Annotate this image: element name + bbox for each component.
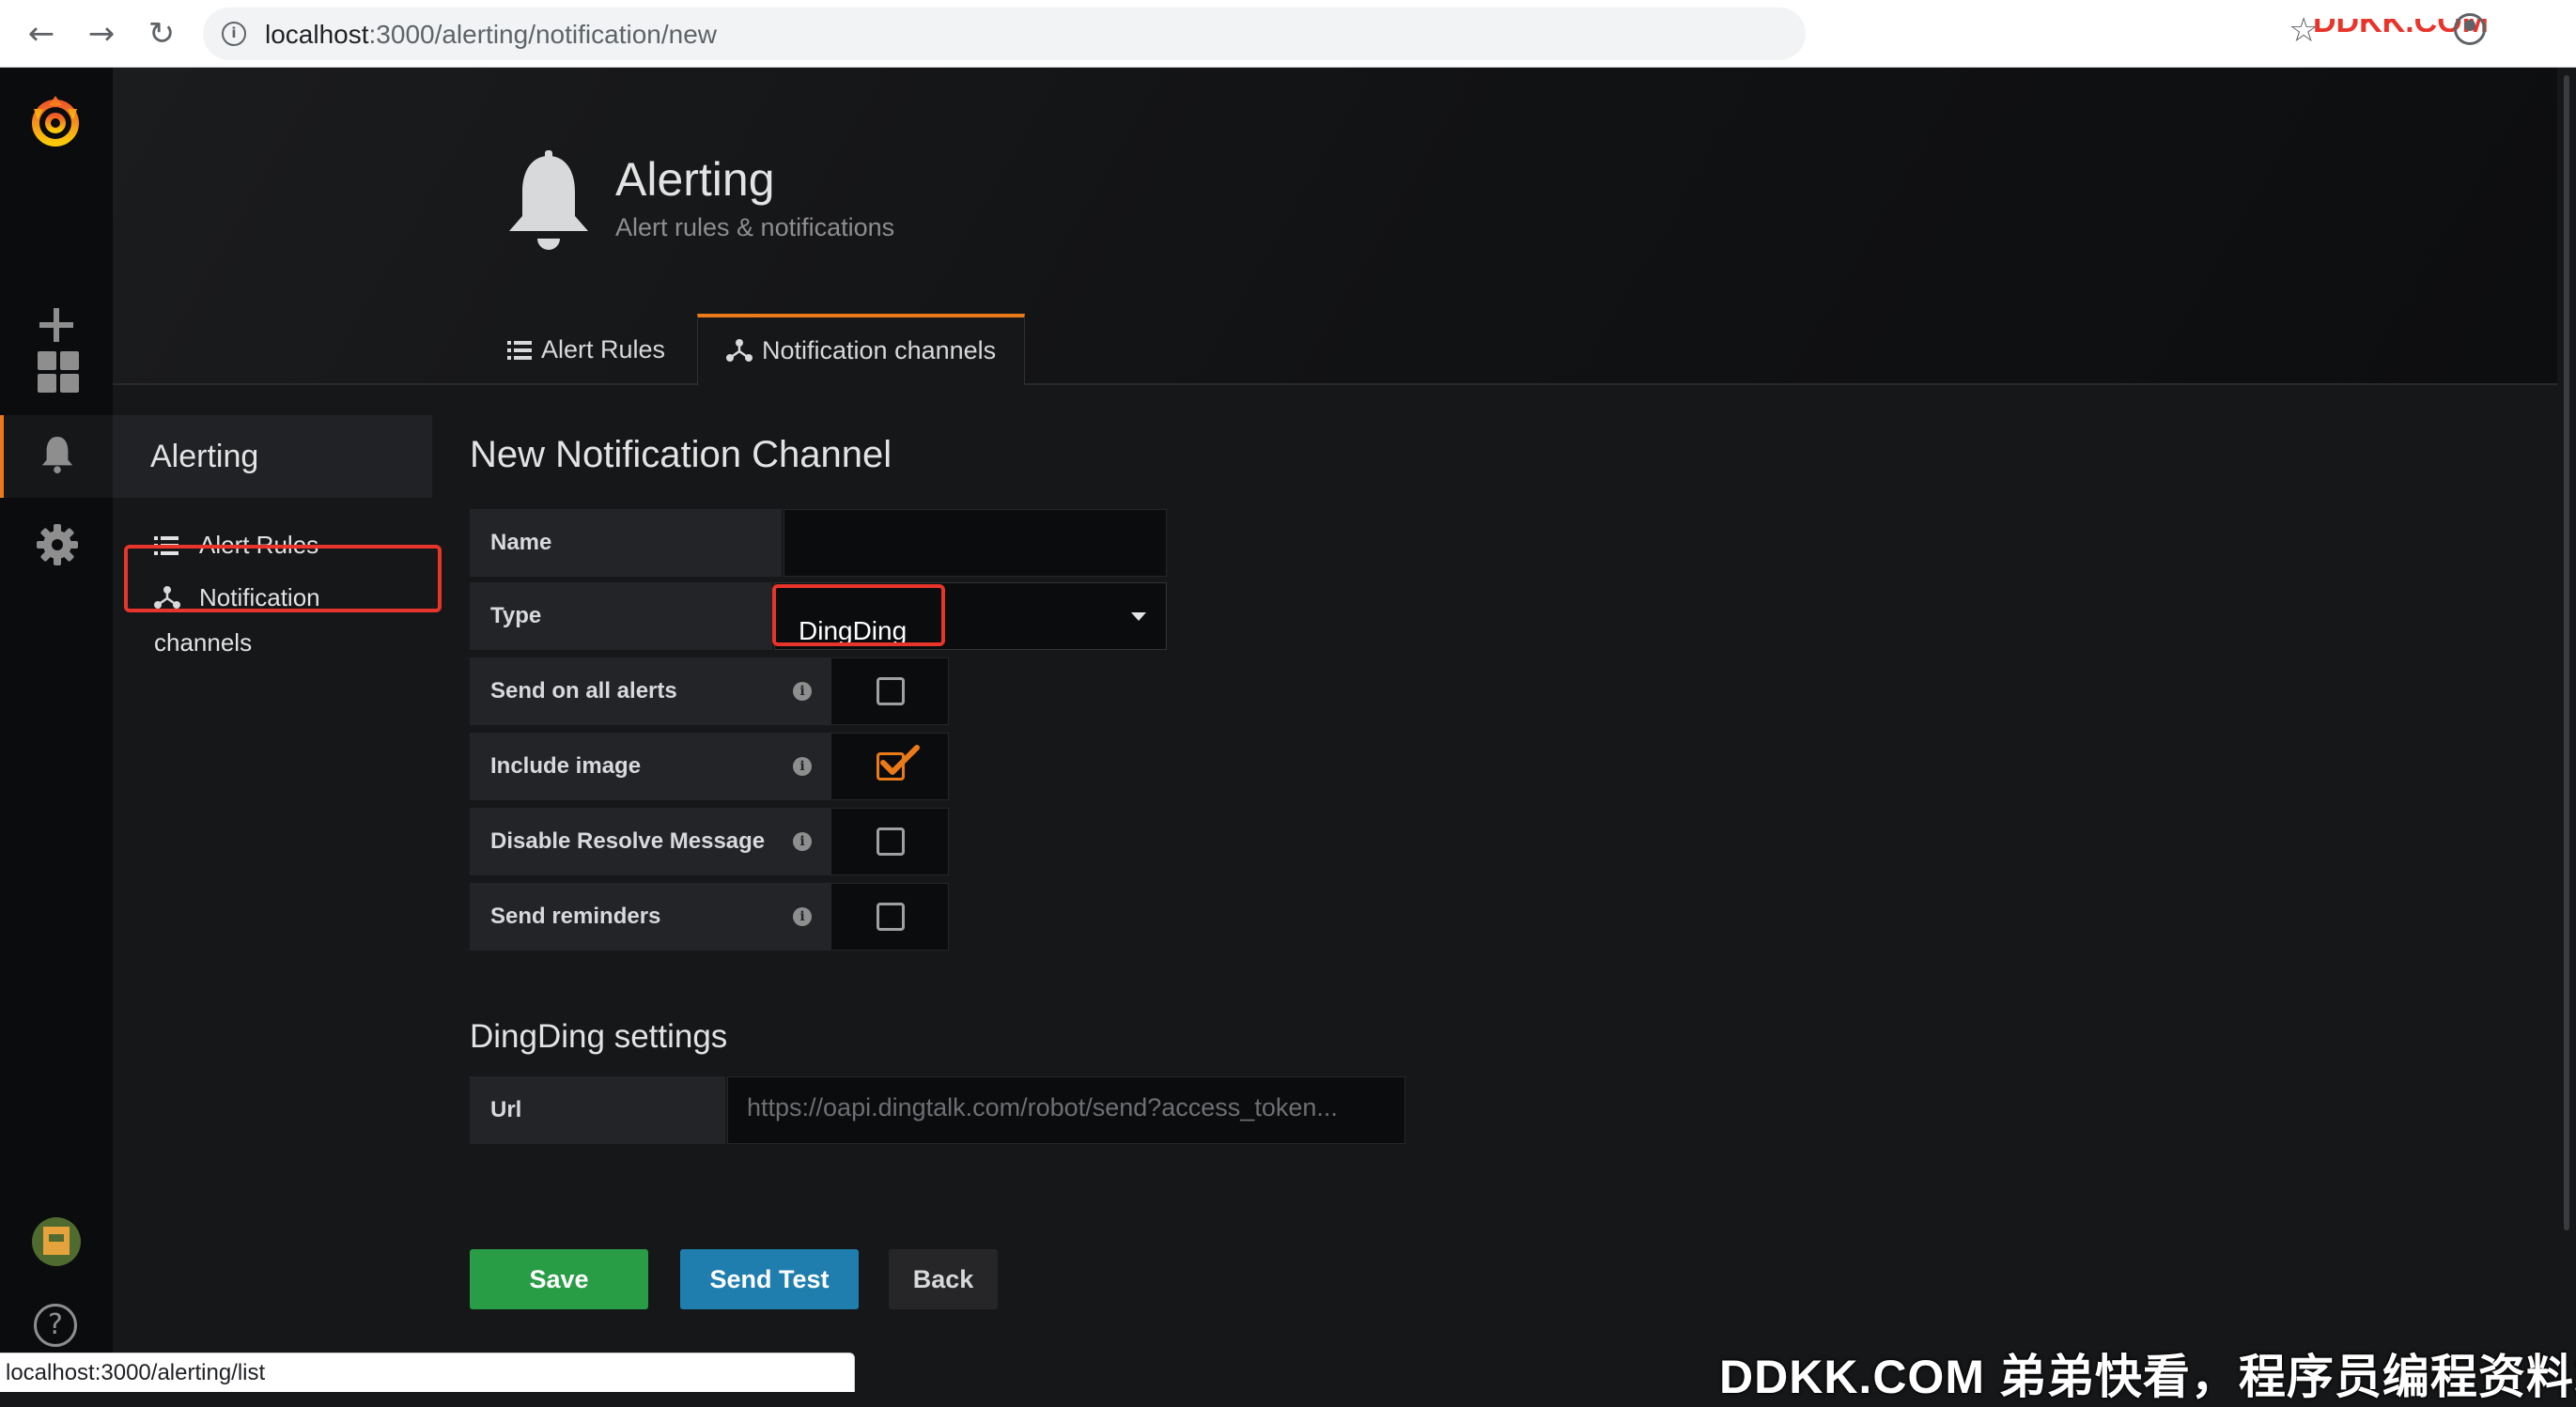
checkbox-box[interactable]	[877, 903, 905, 931]
network-icon	[726, 339, 753, 362]
option-label-text: Disable Resolve Message	[490, 828, 766, 854]
url-label: Url	[470, 1076, 725, 1144]
form-title: New Notification Channel	[470, 434, 892, 475]
option-label-text: Send reminders	[490, 904, 661, 929]
list-icon	[507, 341, 532, 360]
name-label: Name	[470, 509, 782, 577]
alerting-bell-icon[interactable]	[0, 415, 113, 498]
url-host: localhost	[265, 20, 369, 49]
tab-label: Alert Rules	[541, 335, 666, 363]
disable-resolve-message-checkbox[interactable]	[830, 808, 949, 875]
type-label: Type	[470, 582, 772, 650]
forward-arrow-icon[interactable]: →	[81, 13, 122, 54]
checkmark-icon	[880, 745, 920, 775]
tab-label: Notification channels	[762, 336, 997, 364]
save-button[interactable]: Save	[470, 1249, 648, 1309]
link-status-bar: localhost:3000/alerting/list	[0, 1353, 855, 1392]
browser-toolbar: ← → ↻ i localhost:3000/alerting/notifica…	[0, 0, 2576, 68]
header-bell-icon	[509, 150, 588, 250]
info-icon[interactable]: i	[793, 682, 812, 701]
back-arrow-icon[interactable]: ←	[21, 13, 62, 54]
checkbox-box[interactable]	[877, 827, 905, 856]
profile-icon[interactable]	[2454, 13, 2486, 45]
option-label-text: Include image	[490, 753, 642, 779]
tab-notification-channels[interactable]: Notification channels	[697, 314, 1026, 385]
option-label: Send reminders i	[470, 883, 830, 951]
help-icon[interactable]: ?	[34, 1304, 77, 1347]
url-input-placeholder: https://oapi.dingtalk.com/robot/send?acc…	[747, 1093, 1338, 1121]
page-header: Alerting Alert rules & notifications Ale…	[113, 68, 2557, 385]
subnav-title: Alerting	[113, 415, 432, 498]
watermark: DDKK.COM 弟弟快看，程序员编程资料站	[1719, 1351, 2576, 1403]
page-title: Alerting	[615, 153, 775, 206]
dashboards-icon[interactable]	[0, 332, 113, 408]
site-info-icon[interactable]: i	[222, 22, 246, 46]
info-icon[interactable]: i	[793, 757, 812, 776]
highlight-annotation	[124, 545, 442, 612]
page-subtitle: Alert rules & notifications	[615, 213, 895, 241]
url-path: :3000/alerting/notification/new	[368, 20, 717, 49]
address-bar[interactable]: i localhost:3000/alerting/notification/n…	[203, 8, 1806, 60]
info-icon[interactable]: i	[793, 832, 812, 851]
send-test-button[interactable]: Send Test	[680, 1249, 859, 1309]
checkbox-box[interactable]	[877, 677, 905, 705]
address-url[interactable]: localhost:3000/alerting/notification/new	[265, 20, 717, 50]
include-image-checkbox[interactable]	[830, 733, 949, 800]
checkbox-box[interactable]	[877, 745, 920, 781]
option-label: Disable Resolve Message i	[470, 808, 830, 875]
send-on-all-alerts-checkbox[interactable]	[830, 657, 949, 725]
alerting-subnav: Alerting Alert Rules Notification channe…	[113, 415, 432, 657]
user-avatar-icon[interactable]	[32, 1217, 81, 1266]
info-icon[interactable]: i	[793, 907, 812, 926]
option-label: Include image i	[470, 733, 830, 800]
tab-alert-rules[interactable]: Alert Rules	[479, 314, 693, 385]
scrollbar-thumb[interactable]	[2564, 75, 2569, 1230]
grafana-logo-icon[interactable]	[28, 94, 83, 148]
caret-down-icon[interactable]	[1131, 612, 1146, 621]
send-reminders-checkbox[interactable]	[830, 883, 949, 951]
settings-title: DingDing settings	[470, 1018, 728, 1055]
side-menu: ?	[0, 68, 113, 1392]
option-label: Send on all alerts i	[470, 657, 830, 725]
configuration-gear-icon[interactable]	[0, 507, 113, 582]
highlight-annotation	[772, 584, 945, 646]
name-input[interactable]	[784, 509, 1167, 577]
back-button[interactable]: Back	[889, 1249, 998, 1309]
page-scrollbar[interactable]	[2557, 68, 2576, 1392]
reload-icon[interactable]: ↻	[141, 13, 182, 54]
option-label-text: Send on all alerts	[490, 678, 677, 704]
